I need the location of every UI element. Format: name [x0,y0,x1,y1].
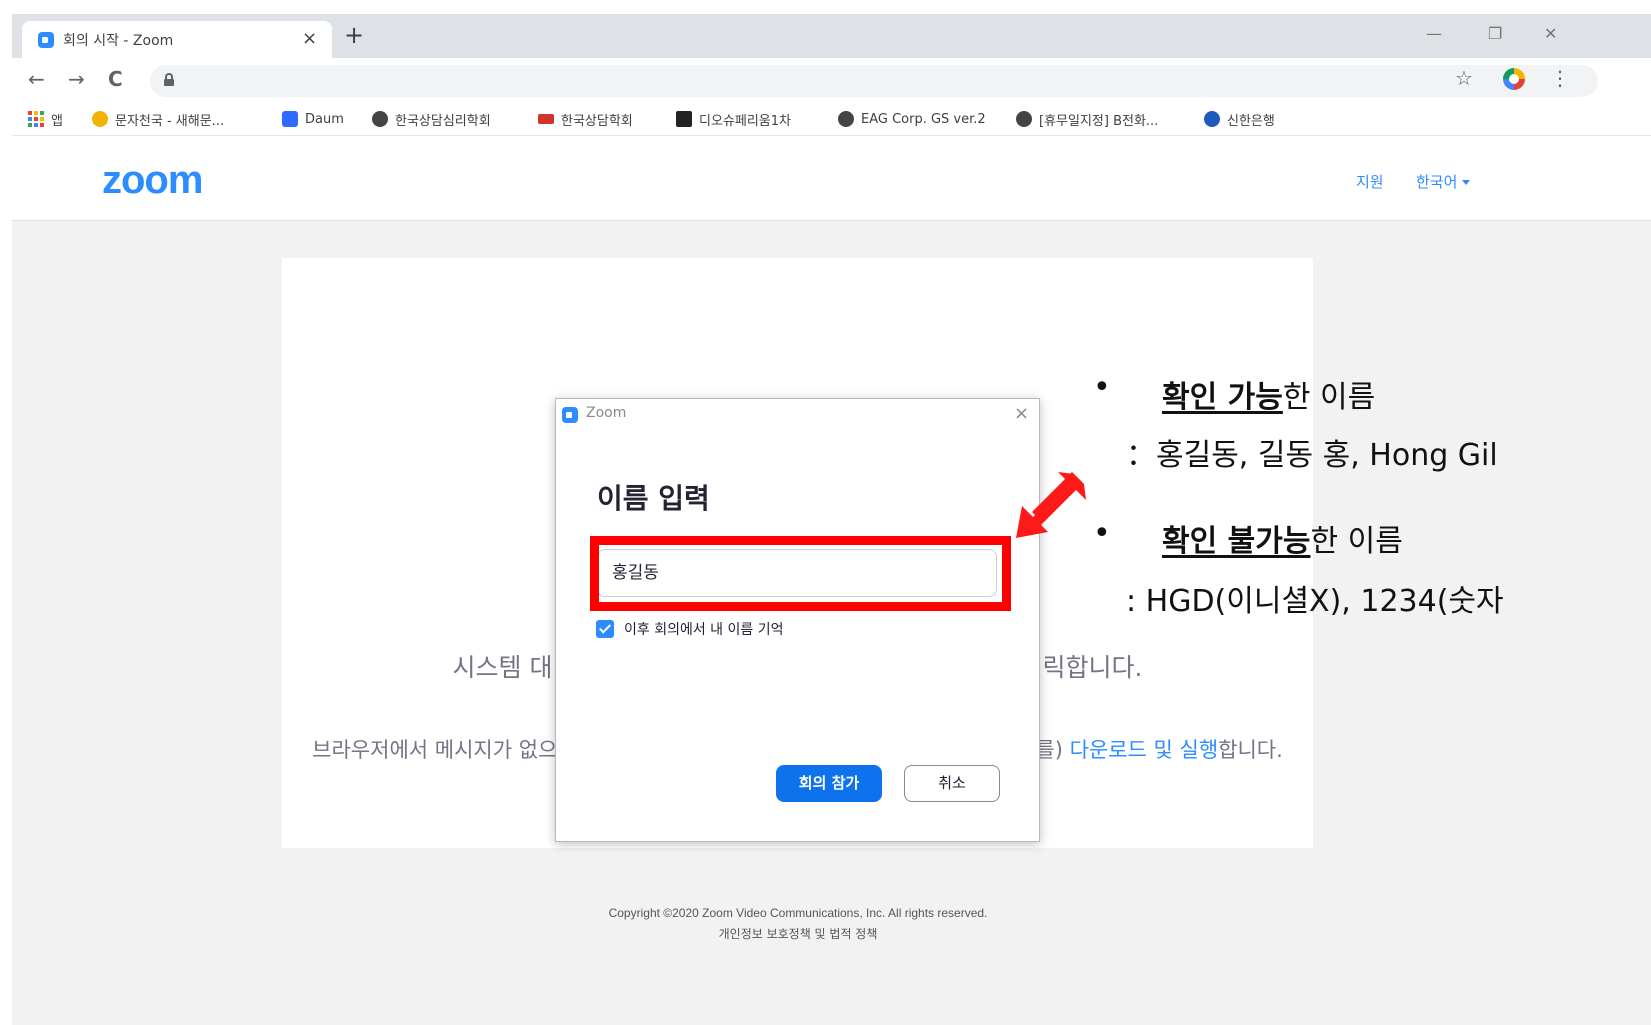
footer-copyright: Copyright ©2020 Zoom Video Communication… [608,906,988,920]
red-arrow-icon [1016,472,1086,538]
bookmark-label: 한국상담학회 [561,113,633,129]
bookmark-apps[interactable]: 앱 [28,108,63,130]
language-dropdown[interactable]: 한국어 [1416,171,1471,192]
valid-rest-text: 한 이름 [1282,380,1376,415]
bookmark-eag[interactable]: EAG Corp. GS ver.2 [838,108,986,130]
launch-text-right: 릭합니다. [1042,653,1143,682]
caret-down-icon [1462,180,1471,185]
daum-icon [282,111,298,127]
dialog-heading: 이름 입력 [597,482,710,515]
remember-checkbox[interactable] [596,620,614,638]
back-icon[interactable]: ← [28,67,45,91]
menu-kebab-icon[interactable]: ⋮ [1550,66,1570,90]
zoom-favicon-icon [38,32,54,48]
tab-strip: 회의 시작 - Zoom × + — ❐ ✕ [12,14,1651,58]
lock-icon[interactable] [164,73,174,86]
remember-label: 이후 회의에서 내 이름 기억 [624,622,784,638]
invalid-name-examples: : HGD(이니셜X), 1234(숫자 [1126,584,1504,619]
valid-name-examples: ：홍길동, 길동 홍, Hong Gil [1126,438,1498,473]
bookmark-star-icon[interactable]: ☆ [1455,66,1473,90]
invalid-rest-text: 한 이름 [1310,524,1403,559]
support-link[interactable]: 지원 [1356,171,1384,192]
browser-toolbar: ← → C ☆ ⋮ [12,58,1651,102]
tab-close-icon[interactable]: × [302,28,317,49]
download-text-mid: 를) [1035,738,1070,762]
bookmark-label: [휴무일지정] B전화... [1039,113,1159,129]
cancel-button[interactable]: 취소 [904,765,1000,802]
zoom-logo[interactable]: zoom [102,160,203,200]
bookmark-label: 신한은행 [1227,113,1275,129]
invalid-bold-text: 확인 불가능 [1162,524,1311,559]
footer-policy-link[interactable]: 개인정보 보호정책 및 법적 정책 [0,925,1596,942]
globe-icon [1016,111,1032,127]
bookmark-label: EAG Corp. GS ver.2 [861,111,986,127]
bookmark-daum[interactable]: Daum [282,108,344,130]
tab-title: 회의 시작 - Zoom [63,33,174,49]
bookmark-label: 디오슈페리움1차 [699,113,791,129]
bookmark-label: 문자천국 - 새해문... [115,113,225,129]
dialog-title: Zoom [586,405,627,421]
shinhan-icon [1204,111,1220,127]
invalid-name-heading: 확인 불가능한 이름 [1162,516,1403,560]
bookmarks-bar: 앱 문자천국 - 새해문... Daum 한국상담심리학회 한국상담학회 디오슈… [12,102,1651,136]
bookmark-munja[interactable]: 문자천국 - 새해문... [92,108,224,130]
bookmark-label: Daum [305,111,344,127]
bullet-icon: • [1093,516,1111,551]
address-bar[interactable] [150,65,1598,97]
download-link[interactable]: 다운로드 및 실행 [1070,738,1219,762]
bookmark-kcpa[interactable]: 한국상담심리학회 [372,108,491,130]
mail-icon [92,111,108,127]
triangle-icon [676,111,692,127]
new-tab-button[interactable]: + [344,23,364,47]
bookmark-label: 앱 [51,113,63,129]
dialog-close-icon[interactable]: × [1014,403,1029,424]
bookmark-kca[interactable]: 한국상담학회 [538,108,633,130]
launch-text-left: 시스템 대 [452,653,553,682]
valid-bold-text: 확인 가능 [1162,380,1283,415]
bookmark-holiday[interactable]: [휴무일지정] B전화... [1016,108,1158,130]
screen: 회의 시작 - Zoom × + — ❐ ✕ ← → C ☆ ⋮ 앱 문자천국 … [0,0,1651,1025]
forward-icon[interactable]: → [68,67,85,91]
name-field-highlight [590,536,1011,611]
join-meeting-button[interactable]: 회의 참가 [776,765,882,802]
bullet-icon: • [1093,370,1111,405]
valid-name-heading: 확인 가능한 이름 [1162,372,1375,416]
bookmark-label: 한국상담심리학회 [395,113,491,129]
bookmark-dio[interactable]: 디오슈페리움1차 [676,108,791,130]
restore-icon[interactable]: ❐ [1488,24,1502,43]
browser-tab[interactable]: 회의 시작 - Zoom × [22,21,332,58]
apps-icon [28,111,44,127]
extension-icon[interactable] [1503,68,1525,90]
kca-icon [538,114,554,124]
download-text-left: 브라우저에서 메시지가 없으 [312,738,558,762]
minimize-icon[interactable]: — [1426,24,1442,43]
window-close-icon[interactable]: ✕ [1544,24,1557,43]
download-text-end: 합니다. [1218,738,1283,762]
globe-icon [372,111,388,127]
zoom-header: zoom 지원 한국어 [12,136,1651,221]
enter-name-dialog: Zoom × 이름 입력 홍길동 이후 회의에서 내 이름 기억 회의 참가 취… [555,398,1040,842]
bookmark-shinhan[interactable]: 신한은행 [1204,108,1275,130]
language-label: 한국어 [1416,173,1458,191]
zoom-app-icon [562,407,578,423]
remember-name-option[interactable]: 이후 회의에서 내 이름 기억 [596,619,783,639]
reload-icon[interactable]: C [108,67,123,91]
globe-icon [838,111,854,127]
